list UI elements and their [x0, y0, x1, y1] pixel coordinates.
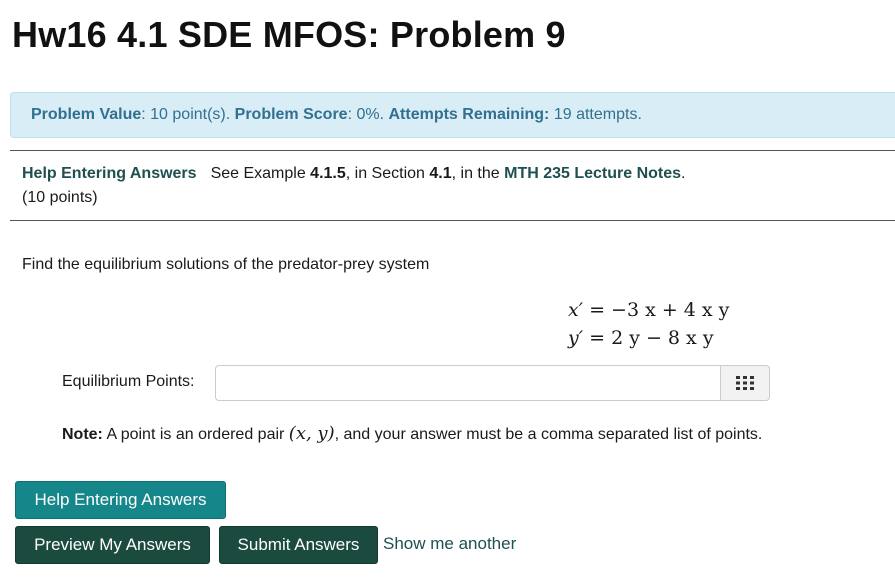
equation-1-rhs: = −3 x + 4 x y — [589, 299, 730, 321]
header-line: Help Entering Answers See Example 4.1.5, … — [22, 162, 895, 186]
problem-value-text: : 10 point(s). — [141, 106, 235, 123]
header-period: . — [681, 165, 686, 182]
equation-row-2: y′ = 2 y − 8 x y — [568, 324, 729, 352]
problem-score-label: Problem Score — [234, 106, 348, 123]
in-the-text: , in the — [451, 165, 505, 182]
note-label: Note: — [62, 426, 103, 443]
problem-statement: Find the equilibrium solutions of the pr… — [22, 256, 430, 273]
lecture-notes-link[interactable]: MTH 235 Lecture Notes — [504, 165, 681, 182]
equation-1-lhs: x′ — [568, 299, 584, 321]
equation-row-1: x′ = −3 x + 4 x y — [568, 296, 729, 324]
equilibrium-points-label: Equilibrium Points: — [62, 373, 195, 390]
section-number: 4.1 — [429, 165, 452, 182]
example-number: 4.1.5 — [310, 165, 346, 182]
attempts-remaining-text: 19 attempts. — [549, 106, 642, 123]
problem-score-text: : 0%. — [347, 106, 389, 123]
equation-system: x′ = −3 x + 4 x y y′ = 2 y − 8 x y — [568, 296, 729, 352]
answer-format-note: Note: A point is an ordered pair (x, y),… — [62, 423, 762, 444]
problem-page: Hw16 4.1 SDE MFOS: Problem 9 Problem Val… — [0, 0, 895, 577]
page-title: Hw16 4.1 SDE MFOS: Problem 9 — [12, 14, 566, 55]
help-entering-answers-link[interactable]: Help Entering Answers — [22, 165, 197, 182]
problem-info-alert: Problem Value: 10 point(s). Problem Scor… — [10, 92, 895, 138]
ordered-pair-math: (x, y) — [288, 423, 335, 444]
note-text-after: , and your answer must be a comma separa… — [334, 426, 763, 443]
help-entering-answers-button[interactable]: Help Entering Answers — [15, 481, 226, 519]
show-me-another-link[interactable]: Show me another — [383, 534, 516, 554]
equation-2-lhs: y′ — [568, 327, 584, 349]
grid-keypad-icon — [736, 376, 754, 390]
problem-points: (10 points) — [22, 189, 98, 206]
equation-editor-button[interactable] — [720, 365, 770, 401]
problem-header: Help Entering Answers See Example 4.1.5, … — [10, 150, 895, 221]
section-prefix: , in Section — [345, 165, 430, 182]
attempts-remaining-label: Attempts Remaining: — [388, 106, 550, 123]
submit-answers-button[interactable]: Submit Answers — [219, 526, 378, 564]
note-text-before: A point is an ordered pair — [102, 426, 289, 443]
problem-value-label: Problem Value — [31, 106, 142, 123]
see-example-prefix: See Example — [210, 165, 311, 182]
preview-answers-button[interactable]: Preview My Answers — [15, 526, 210, 564]
equation-2-rhs: = 2 y − 8 x y — [589, 327, 714, 349]
equilibrium-points-input[interactable] — [215, 365, 721, 401]
